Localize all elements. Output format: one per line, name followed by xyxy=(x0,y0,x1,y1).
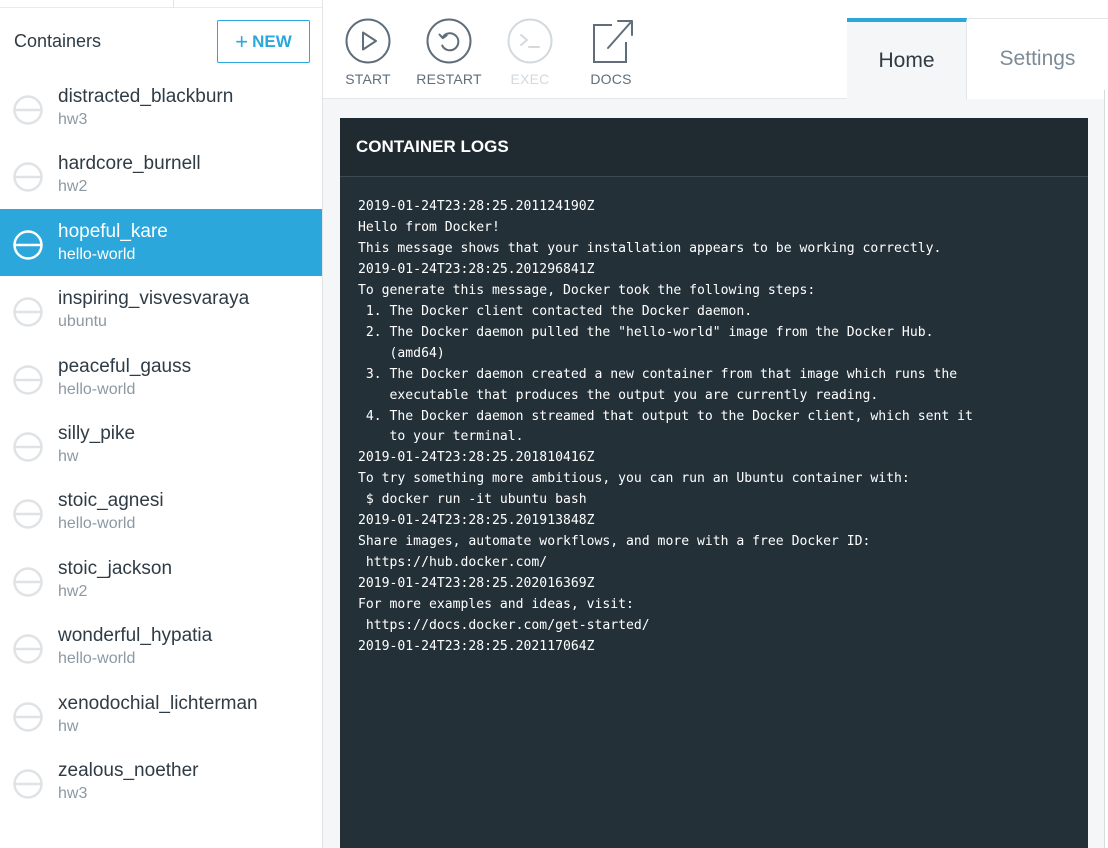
container-item[interactable]: hopeful_kare hello-world xyxy=(0,208,322,277)
stopped-circle-icon xyxy=(13,634,43,664)
stopped-circle-icon xyxy=(13,566,43,597)
log-line: To try something more ambitious, you can… xyxy=(358,471,910,487)
sidebar-header: Containers + NEW xyxy=(0,8,322,74)
window-edge xyxy=(1104,90,1108,848)
container-name: inspiring_visvesvaraya xyxy=(58,288,250,310)
container-toolbar: START RESTART EXEC DOCS Home Settings xyxy=(323,0,1108,99)
divider xyxy=(173,0,174,8)
restart-label: RESTART xyxy=(416,71,482,87)
log-line: 2019-01-24T23:28:25.201810416Z xyxy=(358,450,595,466)
log-line: 4. The Docker daemon streamed that outpu… xyxy=(358,408,973,424)
log-line: To generate this message, Docker took th… xyxy=(358,282,816,298)
new-container-button[interactable]: + NEW xyxy=(217,20,310,63)
docs-button[interactable]: DOCS xyxy=(576,18,646,90)
log-line: This message shows that your installatio… xyxy=(358,240,942,256)
stopped-circle-icon xyxy=(13,230,43,260)
stopped-circle-icon xyxy=(13,432,43,462)
log-line: https://docs.docker.com/get-started/ xyxy=(358,618,650,634)
log-line: 2019-01-24T23:28:25.202016369Z xyxy=(358,576,595,592)
container-image: hw2 xyxy=(58,178,88,196)
stopped-circle-icon xyxy=(13,364,43,395)
container-image: hw3 xyxy=(58,784,88,802)
container-image: hw xyxy=(58,717,79,735)
container-image: hw3 xyxy=(58,111,88,128)
container-name: silly_pike xyxy=(58,422,136,444)
container-image: ubuntu xyxy=(58,313,107,331)
container-name: xenodochial_lichterman xyxy=(58,692,258,714)
container-item[interactable]: hardcore_burnell hw2 xyxy=(0,141,322,208)
container-name: hardcore_burnell xyxy=(58,153,201,175)
stopped-circle-icon xyxy=(13,769,43,799)
container-item[interactable]: distracted_blackburn hw3 xyxy=(0,74,322,141)
log-line: Share images, automate workflows, and mo… xyxy=(358,534,871,550)
stopped-circle-icon xyxy=(13,499,43,530)
container-image: hello-world xyxy=(58,650,136,668)
log-line: $ docker run -it ubuntu bash xyxy=(358,492,587,508)
container-image: hw xyxy=(58,447,79,465)
terminal-icon xyxy=(507,18,553,64)
container-image: hw2 xyxy=(58,582,88,600)
container-item[interactable]: xenodochial_lichtermanhw xyxy=(0,681,322,748)
exec-label: EXEC xyxy=(510,71,550,87)
container-item[interactable]: zealous_noether hw3 xyxy=(0,748,322,815)
play-icon xyxy=(345,18,391,64)
external-link-icon xyxy=(593,20,633,63)
docs-label: DOCS xyxy=(590,71,632,87)
log-line: (amd64) xyxy=(358,345,445,361)
container-item[interactable]: inspiring_visvesvarayaubuntu xyxy=(0,276,322,343)
stopped-circle-icon xyxy=(13,297,43,327)
log-line: to your terminal. xyxy=(358,429,524,445)
sidebar-title: Containers xyxy=(14,31,102,51)
log-line: 2. The Docker daemon pulled the "hello-w… xyxy=(358,324,934,340)
container-name: distracted_blackburn xyxy=(58,86,234,107)
sidebar: Containers + NEW distracted_blackburn hw3… xyxy=(0,0,323,848)
tab-home[interactable]: Home xyxy=(847,18,967,99)
log-line: For more examples and ideas, visit: xyxy=(358,597,634,613)
container-image: hello-world xyxy=(58,380,136,398)
log-line: 1. The Docker client contacted the Docke… xyxy=(358,303,753,319)
log-line: 2019-01-24T23:28:25.201296841Z xyxy=(358,261,595,277)
exec-button[interactable]: EXEC xyxy=(495,18,565,90)
container-name: hopeful_kare xyxy=(58,220,168,242)
start-label: START xyxy=(345,71,391,87)
container-image: hello-world xyxy=(58,245,136,263)
start-button[interactable]: START xyxy=(333,18,403,90)
container-logs-panel: CONTAINER LOGS 2019-01-24T23:28:25.20112… xyxy=(340,118,1088,848)
restart-icon xyxy=(426,18,472,64)
stopped-circle-icon xyxy=(13,95,43,125)
restart-button[interactable]: RESTART xyxy=(414,18,484,90)
container-name: wonderful_hypatia xyxy=(58,625,213,647)
stopped-circle-icon xyxy=(13,701,43,732)
log-line: 2019-01-24T23:28:25.201124190Z xyxy=(358,199,595,214)
container-name: stoic_agnesi xyxy=(58,490,164,512)
log-line: 2019-01-24T23:28:25.202117064Z xyxy=(358,639,595,655)
container-item[interactable]: peaceful_gauss hello-world xyxy=(0,344,322,411)
stopped-circle-icon xyxy=(13,162,43,193)
container-name: zealous_noether xyxy=(58,759,199,781)
sidebar-top-strip xyxy=(0,0,322,8)
container-item[interactable]: stoic_jackson hw2 xyxy=(0,546,322,613)
container-item[interactable]: stoic_agnesi hello-world xyxy=(0,478,322,545)
logs-body: 2019-01-24T23:28:25.201124190Z Hello from… xyxy=(340,177,1088,658)
container-name: stoic_jackson xyxy=(58,557,173,579)
log-line: executable that produces the output you … xyxy=(358,387,879,403)
log-line: 2019-01-24T23:28:25.201913848Z xyxy=(358,513,595,529)
log-line: Hello from Docker! xyxy=(358,219,500,235)
tab-settings[interactable]: Settings xyxy=(967,18,1108,99)
log-line: 3. The Docker daemon created a new conta… xyxy=(358,366,958,382)
main-content: CONTAINER LOGS 2019-01-24T23:28:25.20112… xyxy=(323,99,1104,848)
container-item[interactable]: wonderful_hypatia hello-world xyxy=(0,613,322,680)
container-list: distracted_blackburn hw3 hardcore_burnell h… xyxy=(0,74,322,815)
logs-title: CONTAINER LOGS xyxy=(340,118,1088,177)
container-image: hello-world xyxy=(58,515,136,533)
container-name: peaceful_gauss xyxy=(58,355,192,377)
log-line: https://hub.docker.com/ xyxy=(358,555,548,571)
kitematic-window: Containers + NEW distracted_blackburn hw3… xyxy=(0,0,1108,848)
new-button-label: NEW xyxy=(252,31,292,51)
plus-icon: + xyxy=(235,28,249,54)
container-item[interactable]: silly_pikehw xyxy=(0,411,322,478)
